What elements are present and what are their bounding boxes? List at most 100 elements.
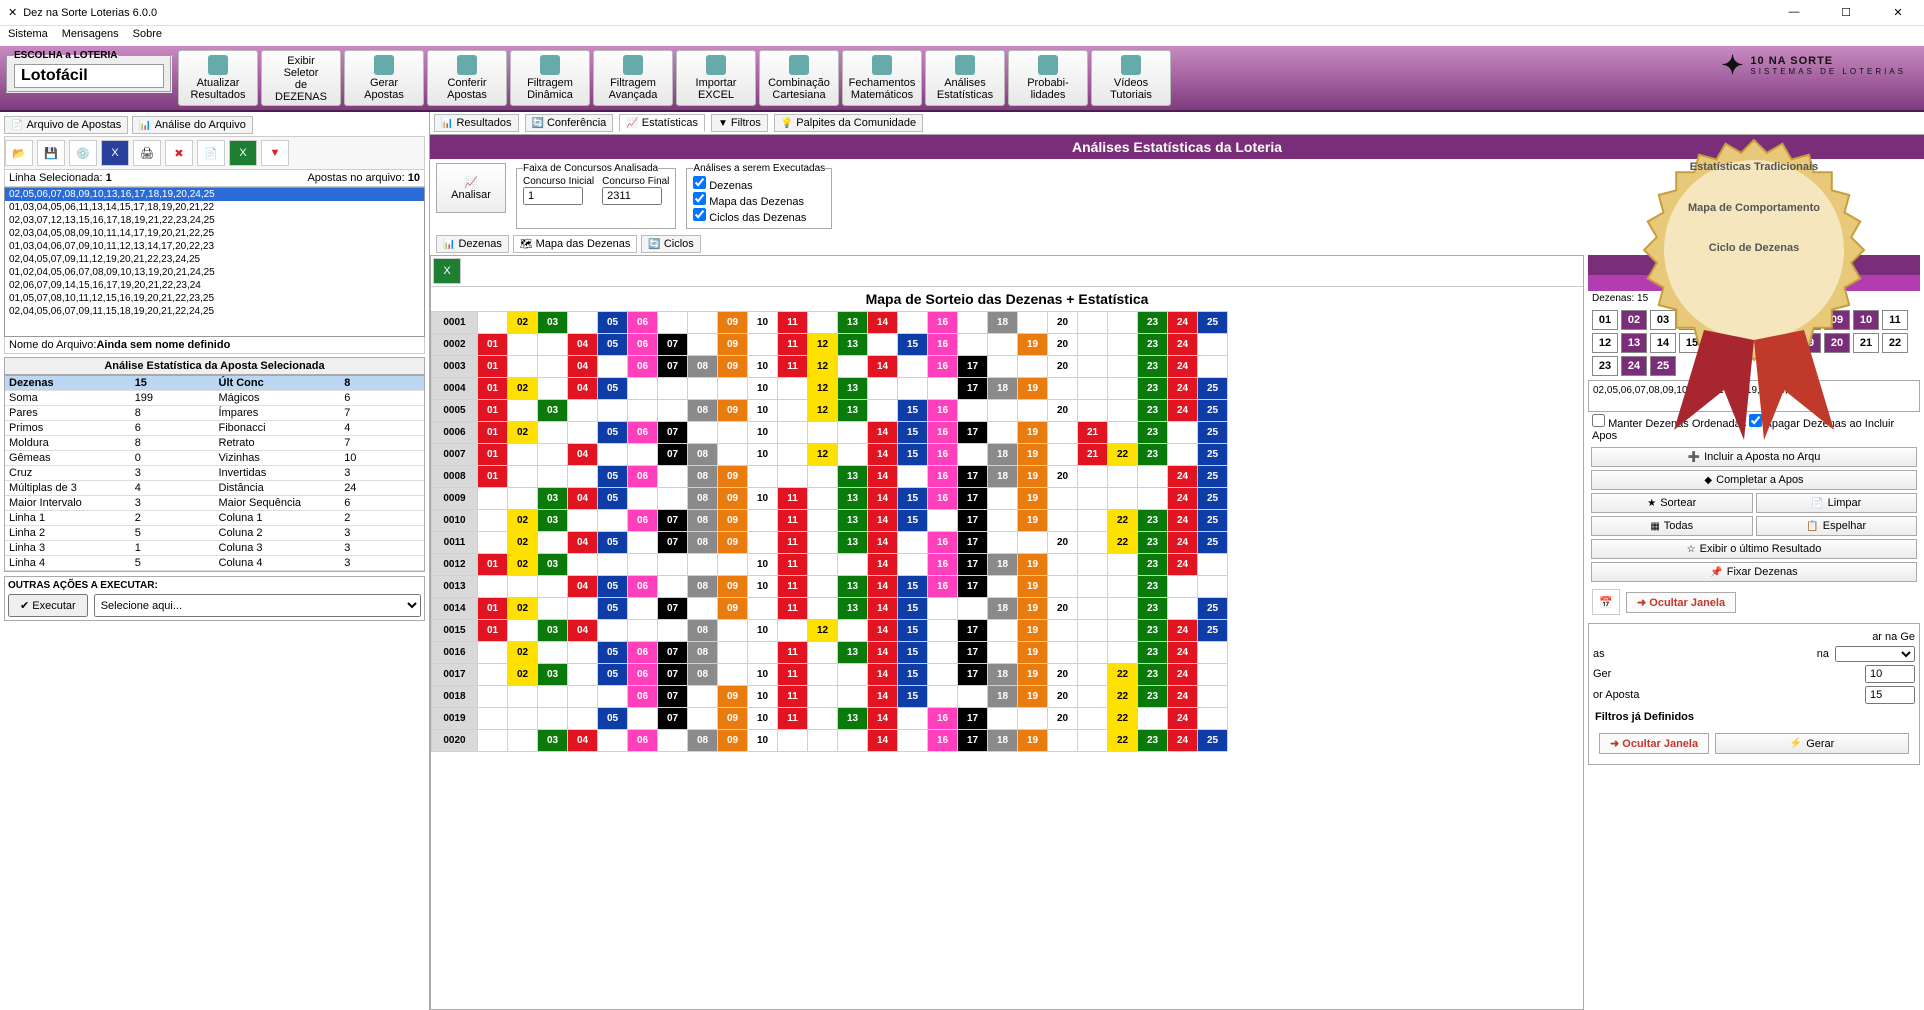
chk-manter-ordenadas[interactable] — [1592, 414, 1605, 427]
ribbon-button-7[interactable]: CombinaçãoCartesiana — [759, 50, 839, 106]
gerar-button[interactable]: ⚡ Gerar — [1715, 733, 1909, 754]
bet-row[interactable]: 01,03,04,05,06,11,13,14,15,17,18,19,20,2… — [5, 201, 424, 214]
exibir-ultimo-button[interactable]: ☆ Exibir o último Resultado — [1591, 539, 1917, 559]
new-icon[interactable]: 📄 — [197, 140, 225, 166]
dezena-04[interactable]: 04 — [1679, 310, 1705, 330]
tab-resultados[interactable]: 📊 Resultados — [434, 114, 519, 132]
maximize-button[interactable]: ☐ — [1828, 6, 1864, 19]
por-aposta-input[interactable] — [1865, 686, 1915, 704]
ribbon-button-11[interactable]: VídeosTutoriais — [1091, 50, 1171, 106]
dezena-14[interactable]: 14 — [1650, 333, 1676, 353]
dezena-18[interactable]: 18 — [1766, 333, 1792, 353]
save-icon[interactable]: 💾 — [37, 140, 65, 166]
tab-conferencia[interactable]: 🔄 Conferência — [525, 114, 614, 132]
concurso-inicial-input[interactable] — [523, 187, 583, 205]
lottery-dropdown[interactable] — [14, 64, 164, 88]
bet-row[interactable]: 02,04,05,07,09,11,12,19,20,21,22,23,24,2… — [5, 253, 424, 266]
chk-dezenas[interactable] — [693, 176, 706, 189]
limpar-button[interactable]: 📄 Limpar — [1756, 493, 1918, 513]
dezenas-grid[interactable]: 0102030405060708091011 121314151617181920… — [1588, 306, 1920, 380]
bets-list[interactable]: 02,05,06,07,08,09,10,13,16,17,18,19,20,2… — [4, 187, 425, 337]
dezena-10[interactable]: 10 — [1853, 310, 1879, 330]
close-button[interactable]: ✕ — [1880, 6, 1916, 19]
dezena-13[interactable]: 13 — [1621, 333, 1647, 353]
tab-arquivo-apostas[interactable]: 📄 Arquivo de Apostas — [4, 116, 128, 134]
tab-filtros[interactable]: ▼ Filtros — [711, 114, 768, 132]
dezena-17[interactable]: 17 — [1737, 333, 1763, 353]
ribbon-button-10[interactable]: Probabi-lidades — [1008, 50, 1088, 106]
dezena-01[interactable]: 01 — [1592, 310, 1618, 330]
delete-icon[interactable]: ✖ — [165, 140, 193, 166]
ribbon-button-4[interactable]: FiltragemDinâmica — [510, 50, 590, 106]
geracao-select[interactable] — [1835, 646, 1915, 662]
execute-button[interactable]: ✔ Executar — [8, 594, 88, 617]
ribbon-button-6[interactable]: ImportarEXCEL — [676, 50, 756, 106]
dezena-19[interactable]: 19 — [1795, 333, 1821, 353]
cd-icon[interactable]: 💿 — [69, 140, 97, 166]
sortear-button[interactable]: ★ Sortear — [1591, 493, 1753, 513]
chk-ciclos[interactable] — [693, 208, 706, 221]
print-icon[interactable]: 🖨 — [133, 140, 161, 166]
dezena-02[interactable]: 02 — [1621, 310, 1647, 330]
bet-row[interactable]: 02,03,04,05,08,09,10,11,14,17,19,20,21,2… — [5, 227, 424, 240]
dezena-16[interactable]: 16 — [1708, 333, 1734, 353]
todas-button[interactable]: ▦ Todas — [1591, 516, 1753, 536]
menu-sobre[interactable]: Sobre — [133, 28, 162, 44]
ribbon-button-9[interactable]: AnálisesEstatísticas — [925, 50, 1005, 106]
bet-row[interactable]: 02,05,06,07,08,09,10,13,16,17,18,19,20,2… — [5, 188, 424, 201]
analisar-button[interactable]: 📈Analisar — [436, 163, 506, 213]
filter-icon[interactable]: ▼ — [261, 140, 289, 166]
qtd-gerar-input[interactable] — [1865, 665, 1915, 683]
tab-palpites[interactable]: 💡 Palpites da Comunidade — [774, 114, 923, 132]
bet-row[interactable]: 02,04,05,06,07,09,11,15,18,19,20,21,22,2… — [5, 305, 424, 318]
export-excel-icon[interactable]: X — [433, 258, 461, 284]
subtab-dezenas[interactable]: 📊 Dezenas — [436, 235, 509, 253]
dezena-21[interactable]: 21 — [1853, 333, 1879, 353]
dezena-09[interactable]: 09 — [1824, 310, 1850, 330]
bet-row[interactable]: 01,03,04,06,07,09,10,11,12,13,14,17,20,2… — [5, 240, 424, 253]
ribbon-button-5[interactable]: FiltragemAvançada — [593, 50, 673, 106]
dezena-24[interactable]: 24 — [1621, 356, 1647, 376]
chk-apagar-incluir[interactable] — [1749, 414, 1762, 427]
espelhar-button[interactable]: 📋 Espelhar — [1756, 516, 1918, 536]
dezena-23[interactable]: 23 — [1592, 356, 1618, 376]
bet-row[interactable]: 01,02,04,05,06,07,08,09,10,13,19,20,21,2… — [5, 266, 424, 279]
dezena-22[interactable]: 22 — [1882, 333, 1908, 353]
dezena-07[interactable]: 07 — [1766, 310, 1792, 330]
dezena-06[interactable]: 06 — [1737, 310, 1763, 330]
fixar-dezenas-button[interactable]: 📌 Fixar Dezenas — [1591, 562, 1917, 582]
ribbon-button-2[interactable]: GerarApostas — [344, 50, 424, 106]
convert-icon[interactable]: X — [101, 140, 129, 166]
ribbon-button-8[interactable]: FechamentosMatemáticos — [842, 50, 922, 106]
bet-row[interactable]: 01,05,07,08,10,11,12,15,16,19,20,21,22,2… — [5, 292, 424, 305]
menu-mensagens[interactable]: Mensagens — [62, 28, 119, 44]
tab-analise-arquivo[interactable]: 📊 Análise do Arquivo — [132, 116, 253, 134]
dezena-11[interactable]: 11 — [1882, 310, 1908, 330]
ribbon-button-1[interactable]: ExibirSeletordeDEZENAS — [261, 50, 341, 106]
bet-row[interactable]: 02,06,07,09,14,15,16,17,19,20,21,22,23,2… — [5, 279, 424, 292]
dezena-20[interactable]: 20 — [1824, 333, 1850, 353]
ribbon-button-0[interactable]: AtualizarResultados — [178, 50, 258, 106]
dezena-03[interactable]: 03 — [1650, 310, 1676, 330]
completar-aposta-button[interactable]: ◆ Completar a Apos — [1591, 470, 1917, 490]
dezena-12[interactable]: 12 — [1592, 333, 1618, 353]
subtab-ciclos[interactable]: 🔄 Ciclos — [641, 235, 700, 253]
dezena-15[interactable]: 15 — [1679, 333, 1705, 353]
action-select[interactable]: Selecione aqui... — [94, 594, 421, 617]
menu-sistema[interactable]: Sistema — [8, 28, 48, 44]
open-icon[interactable]: 📂 — [5, 140, 33, 166]
minimize-button[interactable]: — — [1776, 6, 1812, 19]
subtab-mapa[interactable]: 🗺 Mapa das Dezenas — [513, 235, 637, 253]
ocultar-janela-button[interactable]: ➜ Ocultar Janela — [1626, 592, 1736, 613]
tab-estatisticas[interactable]: 📈 Estatísticas — [619, 114, 705, 132]
dezena-08[interactable]: 08 — [1795, 310, 1821, 330]
concurso-final-input[interactable] — [602, 187, 662, 205]
ribbon-button-3[interactable]: ConferirApostas — [427, 50, 507, 106]
bet-row[interactable]: 02,03,07,12,13,15,16,17,18,19,21,22,23,2… — [5, 214, 424, 227]
dezena-05[interactable]: 05 — [1708, 310, 1734, 330]
dezena-25[interactable]: 25 — [1650, 356, 1676, 376]
ocultar-janela-2-button[interactable]: ➜ Ocultar Janela — [1599, 733, 1709, 754]
map-panel[interactable]: X Mapa de Sorteio das Dezenas + Estatíst… — [430, 255, 1584, 1010]
excel-icon[interactable]: X — [229, 140, 257, 166]
incluir-aposta-button[interactable]: ➕ Incluir a Aposta no Arqu — [1591, 447, 1917, 467]
